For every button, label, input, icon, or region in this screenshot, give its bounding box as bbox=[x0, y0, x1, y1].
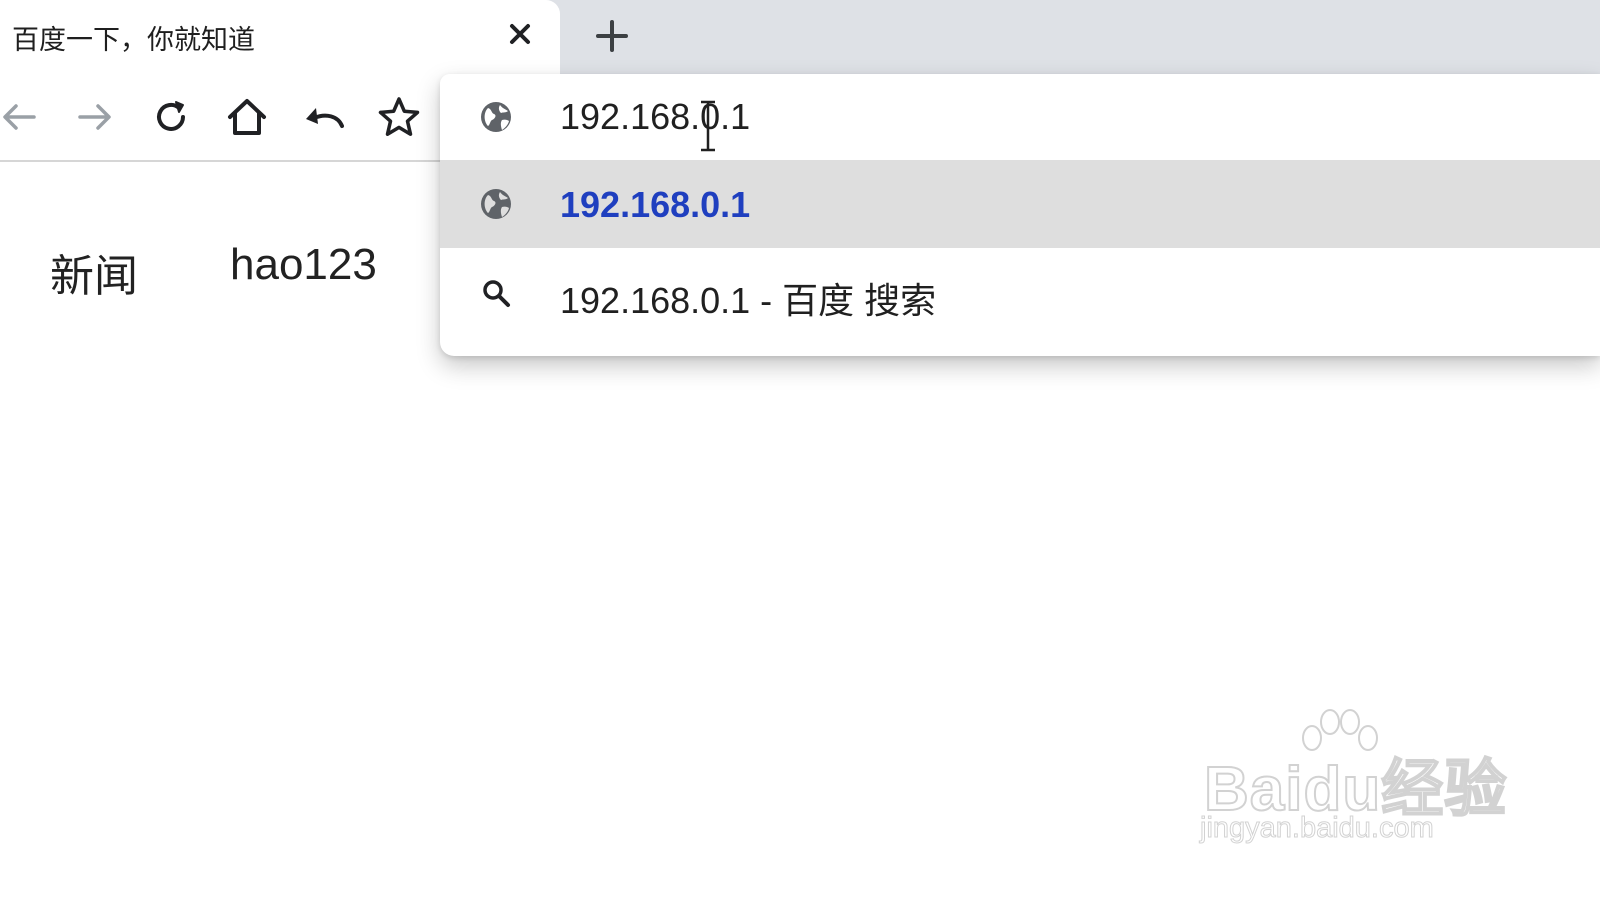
omnibox-dropdown: 192.168.0.1 192.168.0.1 - 百度 搜索 bbox=[440, 74, 1600, 356]
tab-strip: 百度一下，你就知道 bbox=[0, 0, 1600, 74]
tab-active[interactable]: 百度一下，你就知道 bbox=[0, 0, 560, 74]
search-icon bbox=[478, 276, 514, 312]
address-bar[interactable] bbox=[440, 74, 1600, 160]
suggestion-search-text: 192.168.0.1 - 百度 搜索 bbox=[560, 280, 937, 321]
home-icon[interactable] bbox=[224, 94, 270, 140]
tab-title: 百度一下，你就知道 bbox=[12, 25, 255, 56]
back-icon[interactable] bbox=[0, 94, 42, 140]
globe-icon bbox=[478, 186, 514, 222]
reload-icon[interactable] bbox=[148, 94, 194, 140]
text-cursor-icon bbox=[698, 100, 718, 152]
undo-icon[interactable] bbox=[300, 94, 346, 140]
suggestion-search[interactable]: 192.168.0.1 - 百度 搜索 bbox=[440, 248, 1600, 336]
suggestion-url[interactable]: 192.168.0.1 bbox=[440, 160, 1600, 248]
star-icon[interactable] bbox=[376, 94, 422, 140]
address-input[interactable] bbox=[560, 94, 1460, 140]
forward-icon[interactable] bbox=[72, 94, 118, 140]
new-tab-plus-icon[interactable] bbox=[590, 14, 634, 58]
hao123-link[interactable]: hao123 bbox=[230, 240, 377, 290]
watermark-url: jingyan.baidu.com bbox=[1200, 812, 1435, 845]
news-link[interactable]: 新闻 bbox=[50, 240, 138, 304]
suggestion-url-text: 192.168.0.1 bbox=[560, 184, 751, 225]
page-top-links: 新闻 hao123 bbox=[0, 240, 440, 310]
watermark: Baidu经验 jingyan.baidu.com bbox=[1196, 708, 1507, 858]
close-icon[interactable] bbox=[500, 14, 540, 54]
globe-icon bbox=[478, 99, 514, 135]
